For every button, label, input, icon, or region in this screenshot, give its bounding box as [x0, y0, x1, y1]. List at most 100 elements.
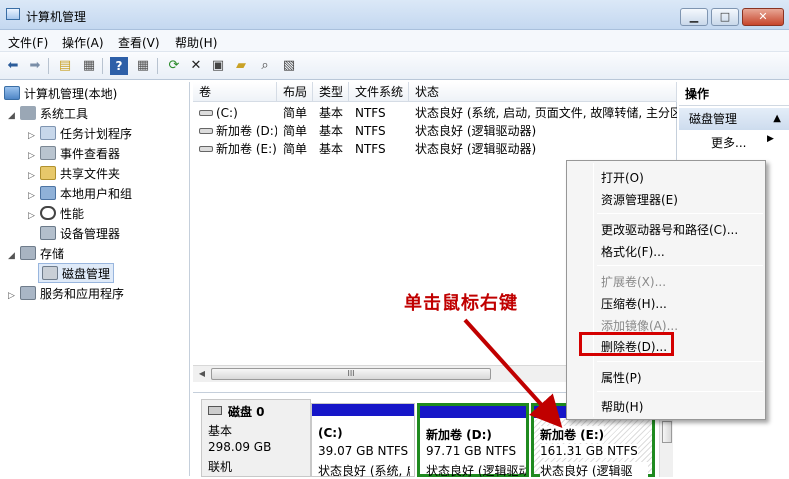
- storage-icon: [20, 246, 36, 260]
- minimize-button[interactable]: ▁: [680, 8, 708, 26]
- column-header-layout[interactable]: 布局: [277, 82, 313, 102]
- expand-triangle-icon[interactable]: ▷: [28, 186, 40, 206]
- menu-item-properties[interactable]: 属性(P): [601, 369, 642, 386]
- volume-name-cell: 新加卷 (D:): [193, 122, 277, 140]
- forward-arrow-icon[interactable]: ➡: [26, 57, 44, 75]
- menu-view[interactable]: 查看(V): [118, 34, 160, 51]
- search-icon[interactable]: ⌕: [256, 57, 274, 75]
- tree-item-local-users[interactable]: ▷ 本地用户和组: [28, 184, 132, 204]
- partition-bar: [312, 404, 414, 416]
- volume-name: 新加卷 (E:): [216, 142, 277, 156]
- column-header-volume[interactable]: 卷: [193, 82, 277, 102]
- open-folder-icon[interactable]: ▰: [232, 57, 250, 75]
- column-header-type[interactable]: 类型: [313, 82, 349, 102]
- partition-size: 161.31 GB NTFS: [540, 444, 638, 458]
- properties-icon[interactable]: ▣: [209, 57, 227, 75]
- scrollbar-thumb[interactable]: III: [211, 368, 491, 380]
- tree-item-shared-folders[interactable]: ▷ 共享文件夹: [28, 164, 120, 184]
- scrollbar-thumb[interactable]: [662, 421, 672, 443]
- partition-status: 状态良好 (逻辑驱: [540, 462, 648, 479]
- help-icon[interactable]: ?: [110, 57, 128, 75]
- disk-size: 298.09 GB: [208, 440, 272, 454]
- expand-triangle-icon[interactable]: ▷: [28, 206, 40, 226]
- up-folder-icon[interactable]: ▤: [56, 57, 74, 75]
- tree-item-task-scheduler[interactable]: ▷ 任务计划程序: [28, 124, 132, 144]
- menu-separator: [597, 361, 763, 362]
- expand-triangle-icon[interactable]: ▷: [28, 166, 40, 186]
- menu-item-extend-volume: 扩展卷(X)...: [601, 275, 667, 289]
- collapse-triangle-icon[interactable]: ◢: [8, 246, 20, 266]
- disk-name: 磁盘 0: [228, 405, 265, 419]
- menu-separator: [597, 265, 763, 266]
- partition-c[interactable]: (C:) 39.07 GB NTFS 状态良好 (系统, 启: [311, 403, 415, 478]
- maximize-button[interactable]: □: [711, 8, 739, 26]
- disk-icon: [208, 406, 222, 415]
- refresh-icon[interactable]: ⟳: [165, 57, 183, 75]
- tree-item-storage[interactable]: ◢ 存储: [8, 244, 64, 264]
- toolbar: ⬅ ➡ ▤ ▦ ? ▦ ⟳ ✕ ▣ ▰ ⌕ ▧: [0, 52, 789, 80]
- tools-icon: [20, 106, 36, 120]
- menu-item-explorer[interactable]: 资源管理器(E): [601, 191, 678, 208]
- drive-icon: [199, 110, 213, 116]
- type-cell: 基本: [319, 142, 344, 156]
- tree-item-root[interactable]: 计算机管理(本地): [4, 84, 117, 104]
- expand-triangle-icon[interactable]: ▷: [28, 146, 40, 166]
- column-header-status[interactable]: 状态: [409, 82, 677, 102]
- navigation-tree: 计算机管理(本地) ◢ 系统工具 ▷ 任务计划程序 ▷ 事件查看器 ▷ 共享文件夹 ▷ 本…: [0, 82, 190, 476]
- shared-folder-icon: [40, 166, 56, 180]
- delete-icon[interactable]: ✕: [187, 57, 205, 75]
- console-icon[interactable]: ▦: [134, 57, 152, 75]
- tree-item-performance[interactable]: ▷ 性能: [28, 204, 84, 224]
- expand-triangle-icon[interactable]: ▷: [28, 126, 40, 146]
- scroll-left-arrow-icon[interactable]: ◀: [195, 368, 209, 380]
- column-header-filesystem[interactable]: 文件系统: [349, 82, 409, 102]
- collapse-up-icon[interactable]: ▲: [773, 108, 781, 130]
- menu-item-format[interactable]: 格式化(F)...: [601, 243, 665, 260]
- device-manager-icon: [40, 226, 56, 240]
- tree-item-services-apps[interactable]: ▷ 服务和应用程序: [8, 284, 124, 304]
- menu-separator: [597, 391, 763, 392]
- window-title: 计算机管理: [26, 10, 87, 24]
- partition-label: 新加卷 (D:): [426, 428, 492, 442]
- tree-item-device-manager[interactable]: 设备管理器: [40, 224, 120, 244]
- tree-item-label: 计算机管理(本地): [24, 87, 118, 101]
- status-cell: 状态良好 (系统, 启动, 页面文件, 故障转储, 主分区): [415, 106, 677, 120]
- tree-item-label: 系统工具: [40, 107, 89, 121]
- export-icon[interactable]: ▧: [280, 57, 298, 75]
- submenu-arrow-icon: ▶: [767, 134, 774, 144]
- context-menu: 打开(O) 资源管理器(E) 更改驱动器号和路径(C)... 格式化(F)...…: [566, 160, 766, 420]
- menu-item-open[interactable]: 打开(O): [601, 169, 644, 186]
- menu-gutter: [593, 163, 594, 417]
- type-cell: 基本: [319, 106, 344, 120]
- menu-help[interactable]: 帮助(H): [175, 34, 217, 51]
- actions-title: 操作: [679, 82, 789, 106]
- tree-item-label: 存储: [40, 247, 65, 261]
- tree-item-system-tools[interactable]: ◢ 系统工具: [8, 104, 88, 124]
- menu-item-shrink-volume[interactable]: 压缩卷(H)...: [601, 295, 667, 312]
- actions-section-disk-management[interactable]: 磁盘管理 ▲: [679, 108, 789, 130]
- expand-triangle-icon[interactable]: ▷: [8, 286, 20, 306]
- tree-item-label: 性能: [60, 207, 85, 221]
- collapse-triangle-icon[interactable]: ◢: [8, 106, 20, 126]
- volume-name-cell: (C:): [193, 104, 277, 122]
- close-button[interactable]: ✕: [742, 8, 784, 26]
- volume-name: 新加卷 (D:): [216, 124, 277, 138]
- partition-label: 新加卷 (E:): [540, 426, 605, 443]
- partition-d[interactable]: 新加卷 (D:) 97.71 GB NTFS 状态良好 (逻辑驱动: [417, 403, 529, 478]
- back-arrow-icon[interactable]: ⬅: [4, 57, 22, 75]
- menu-item-help[interactable]: 帮助(H): [601, 398, 643, 415]
- toolbar-separator: [48, 58, 49, 74]
- show-tree-icon[interactable]: ▦: [80, 57, 98, 75]
- disk-info-panel[interactable]: 磁盘 0 基本 298.09 GB 联机: [201, 399, 311, 477]
- tree-item-event-viewer[interactable]: ▷ 事件查看器: [28, 144, 120, 164]
- menu-item-change-drive-letter[interactable]: 更改驱动器号和路径(C)...: [601, 221, 738, 238]
- actions-more-link[interactable]: 更多... ▶: [711, 134, 774, 151]
- tree-item-disk-management[interactable]: 磁盘管理: [38, 263, 115, 283]
- menu-action[interactable]: 操作(A): [62, 34, 104, 51]
- menu-bar: 文件(F) 操作(A) 查看(V) 帮助(H): [0, 30, 789, 52]
- event-viewer-icon: [40, 146, 56, 160]
- title-bar: 计算机管理 ▁ □ ✕: [0, 0, 789, 30]
- menu-file[interactable]: 文件(F): [8, 34, 48, 51]
- disk-management-icon: [42, 266, 58, 280]
- task-scheduler-icon: [40, 126, 56, 140]
